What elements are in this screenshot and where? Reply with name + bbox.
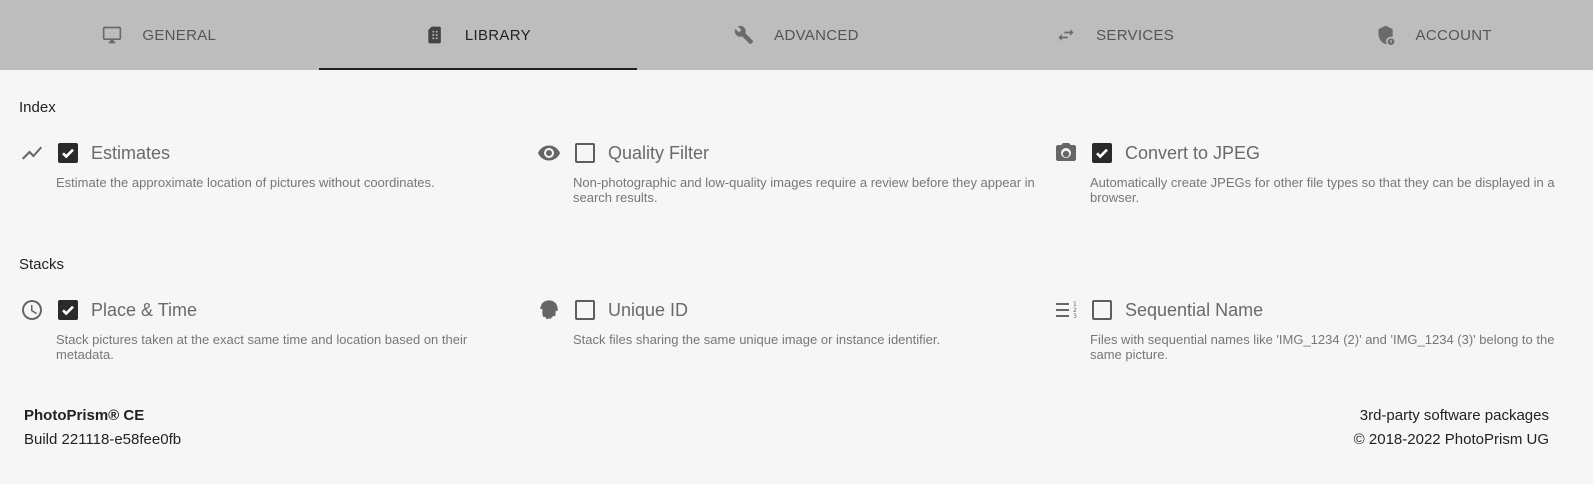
sequential-name-checkbox[interactable]: [1092, 300, 1112, 320]
quality-filter-description: Non-photographic and low-quality images …: [573, 175, 1035, 205]
tab-label: Library: [464, 26, 531, 44]
camera-icon: [1053, 141, 1079, 165]
convert-jpeg-description: Automatically create JPEGs for other fil…: [1090, 175, 1555, 205]
place-time-checkbox[interactable]: [58, 300, 78, 320]
place-time-label[interactable]: Place & Time: [91, 300, 197, 321]
tab-library[interactable]: Library: [318, 0, 638, 70]
convert-jpeg-label[interactable]: Convert to JPEG: [1125, 143, 1260, 164]
fingerprint-icon: [536, 298, 562, 322]
option-place-time: Place & Time Stack pictures taken at the…: [19, 298, 519, 362]
tab-label: Advanced: [774, 26, 859, 44]
sequential-name-label[interactable]: Sequential Name: [1125, 300, 1263, 321]
tab-label: General: [142, 26, 217, 44]
tab-general[interactable]: General: [0, 0, 319, 70]
unique-id-description: Stack files sharing the same unique imag…: [573, 332, 941, 347]
app-name: PhotoPrism® CE: [24, 407, 145, 424]
tab-label: Services: [1096, 26, 1175, 44]
place-time-description: Stack pictures taken at the exact same t…: [56, 332, 468, 362]
numbered-list-icon: 123: [1053, 298, 1079, 322]
unique-id-checkbox[interactable]: [575, 300, 595, 320]
shield-account-icon: [1376, 25, 1396, 45]
sequential-name-description: Files with sequential names like 'IMG_12…: [1090, 332, 1555, 362]
film-folder-icon: [425, 25, 445, 45]
section-title-index: Index: [19, 99, 56, 116]
third-party-packages-link[interactable]: 3rd-party software packages: [1354, 404, 1549, 428]
footer-about: PhotoPrism® CE Build 221118-e58fee0fb: [24, 404, 181, 452]
tab-advanced[interactable]: Advanced: [637, 0, 956, 70]
section-title-stacks: Stacks: [19, 256, 65, 273]
quality-filter-label[interactable]: Quality Filter: [608, 143, 709, 164]
eye-icon: [536, 141, 562, 165]
tab-label: Account: [1415, 26, 1492, 44]
estimates-checkbox[interactable]: [58, 143, 78, 163]
copyright: © 2018-2022 PhotoPrism UG: [1353, 431, 1549, 448]
estimates-label[interactable]: Estimates: [91, 143, 170, 164]
unique-id-label[interactable]: Unique ID: [608, 300, 688, 321]
option-unique-id: Unique ID Stack files sharing the same u…: [536, 298, 1036, 347]
option-estimates: Estimates Estimate the approximate locat…: [19, 141, 519, 190]
estimates-description: Estimate the approximate location of pic…: [56, 175, 435, 190]
tab-services[interactable]: Services: [956, 0, 1275, 70]
option-sequential-name: 123 Sequential Name Files with sequentia…: [1053, 298, 1555, 362]
monitor-icon: [102, 25, 122, 45]
footer-credits: 3rd-party software packages © 2018-2022 …: [1354, 404, 1549, 452]
quality-filter-checkbox[interactable]: [575, 143, 595, 163]
trend-line-icon: [19, 141, 45, 165]
swap-arrows-icon: [1056, 25, 1076, 45]
tab-account[interactable]: Account: [1274, 0, 1593, 70]
svg-text:3: 3: [1073, 313, 1077, 320]
option-convert-jpeg: Convert to JPEG Automatically create JPE…: [1053, 141, 1555, 205]
clock-icon: [19, 298, 45, 322]
build-version: Build 221118-e58fee0fb: [24, 431, 182, 448]
convert-jpeg-checkbox[interactable]: [1092, 143, 1112, 163]
option-quality-filter: Quality Filter Non-photographic and low-…: [536, 141, 1036, 205]
wrench-icon: [734, 25, 754, 45]
settings-tabs: General Library Advanced Services Accoun…: [0, 0, 1593, 70]
